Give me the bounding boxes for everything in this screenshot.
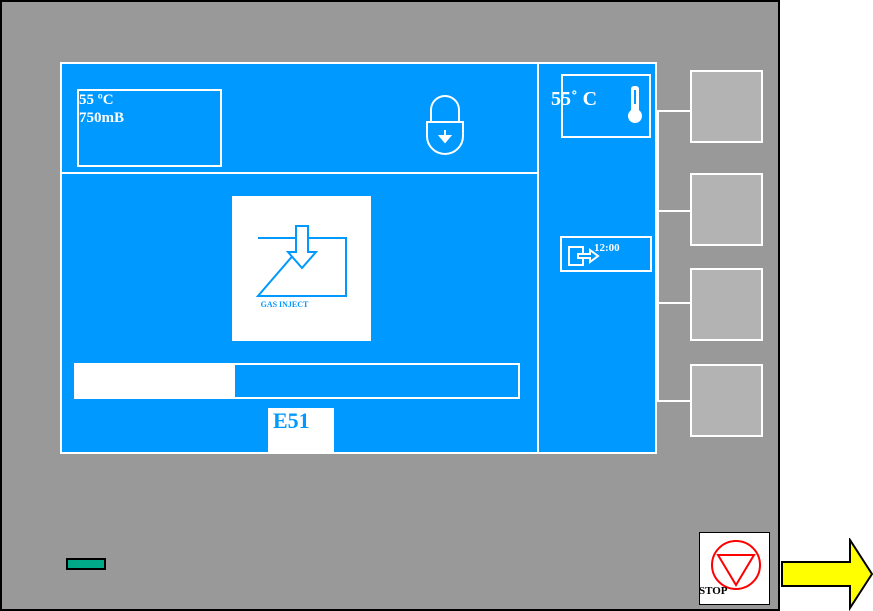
softkey-2[interactable] [690,173,763,246]
softkey-connector-bus [657,110,659,402]
timer-display: 12:00 [560,236,652,272]
stop-button[interactable]: STOP [699,532,770,605]
timer-value: 12:00 [594,242,620,254]
softkey-3[interactable] [690,268,763,341]
process-label: GAS INJECT [260,300,309,309]
process-tile: GAS INJECT [232,196,371,341]
progress-bar [74,363,520,399]
softkey-4[interactable] [690,364,763,437]
progress-fill [76,365,236,397]
status-pressure: 750mB [79,110,124,126]
screen-divider-vertical [537,62,539,454]
temperature-value: 55˚ C [551,88,598,110]
gas-inject-icon [256,225,347,297]
stop-label: STOP [699,585,728,597]
thermometer-icon [628,86,642,123]
softkey-connector-4 [657,400,690,402]
status-led [66,558,106,570]
arrow-right-icon [781,538,873,611]
screen-divider-horizontal [60,172,538,174]
temperature-display: 55˚ C [551,74,651,138]
softkey-connector-1 [657,110,690,112]
error-code: E51 [273,408,310,433]
status-temperature: 55 ºC [79,92,114,108]
stop-icon [711,540,761,590]
softkey-connector-3 [657,302,690,304]
error-indicator: E51 [268,408,334,453]
softkey-1[interactable] [690,70,763,143]
lock-icon [426,95,464,155]
softkey-connector-2 [657,210,690,212]
status-readout: 55 ºC 750mB [77,89,222,167]
